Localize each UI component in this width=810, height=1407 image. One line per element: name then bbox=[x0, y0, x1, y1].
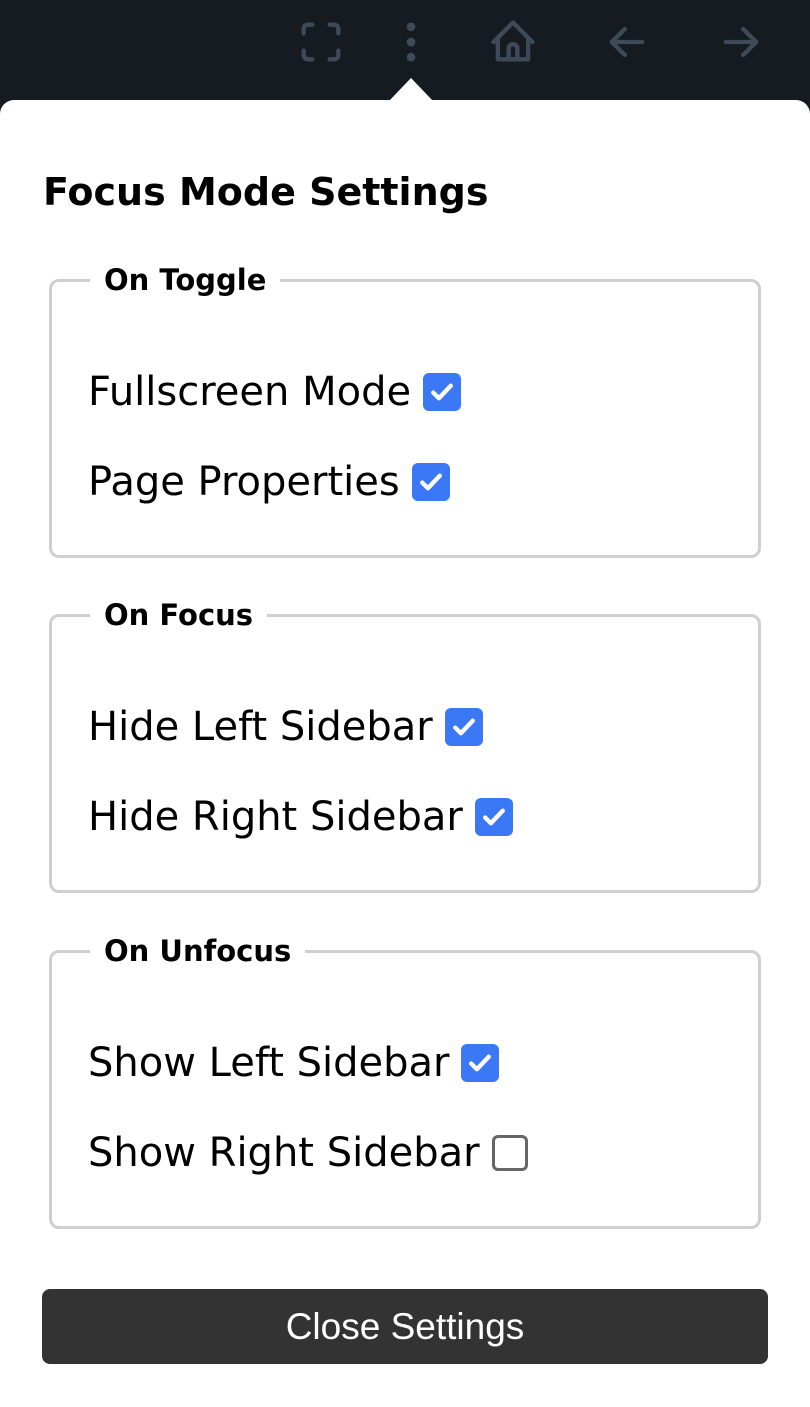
focus-mode-settings-panel: Focus Mode Settings On Toggle Fullscreen… bbox=[0, 100, 810, 1407]
option-row[interactable]: Show Left Sidebar bbox=[88, 1040, 500, 1086]
popover-arrow bbox=[389, 78, 433, 101]
option-label: Show Left Sidebar bbox=[88, 1040, 450, 1086]
option-checkbox[interactable] bbox=[461, 1044, 500, 1082]
option-label: Page Properties bbox=[88, 459, 400, 505]
checkmark-icon bbox=[465, 1048, 495, 1078]
option-row[interactable]: Hide Right Sidebar bbox=[88, 794, 513, 840]
checkmark-icon bbox=[479, 802, 509, 832]
option-row[interactable]: Show Right Sidebar bbox=[88, 1130, 528, 1176]
more-vertical-icon[interactable] bbox=[385, 16, 437, 68]
group-legend: On Unfocus bbox=[104, 934, 292, 968]
option-row[interactable]: Hide Left Sidebar bbox=[88, 704, 483, 750]
option-row[interactable]: Page Properties bbox=[88, 459, 450, 505]
option-row[interactable]: Fullscreen Mode bbox=[88, 369, 462, 415]
option-checkbox[interactable] bbox=[474, 798, 513, 836]
option-label: Fullscreen Mode bbox=[88, 369, 412, 415]
option-checkbox[interactable] bbox=[423, 373, 462, 411]
panel-title: Focus Mode Settings bbox=[43, 170, 489, 214]
settings-group-on-unfocus: On Unfocus Show Left Sidebar Show Right … bbox=[49, 934, 761, 1229]
checkmark-icon bbox=[449, 712, 479, 742]
fullscreen-icon[interactable] bbox=[295, 16, 347, 68]
option-checkbox[interactable] bbox=[491, 1135, 528, 1171]
arrow-right-icon[interactable] bbox=[715, 16, 767, 68]
option-label: Hide Right Sidebar bbox=[88, 794, 463, 840]
group-legend: On Toggle bbox=[104, 263, 267, 297]
settings-group-on-focus: On Focus Hide Left Sidebar Hide Right Si… bbox=[49, 598, 761, 893]
option-label: Hide Left Sidebar bbox=[88, 704, 433, 750]
option-label: Show Right Sidebar bbox=[88, 1130, 480, 1176]
settings-group-on-toggle: On Toggle Fullscreen Mode Page Propertie… bbox=[49, 263, 761, 558]
option-checkbox[interactable] bbox=[411, 463, 450, 501]
close-settings-button[interactable]: Close Settings bbox=[42, 1289, 768, 1364]
option-checkbox[interactable] bbox=[444, 708, 483, 746]
checkmark-icon bbox=[416, 467, 446, 497]
checkmark-icon bbox=[427, 377, 457, 407]
group-legend: On Focus bbox=[104, 598, 254, 632]
home-icon[interactable] bbox=[487, 16, 539, 68]
arrow-left-icon[interactable] bbox=[601, 16, 653, 68]
